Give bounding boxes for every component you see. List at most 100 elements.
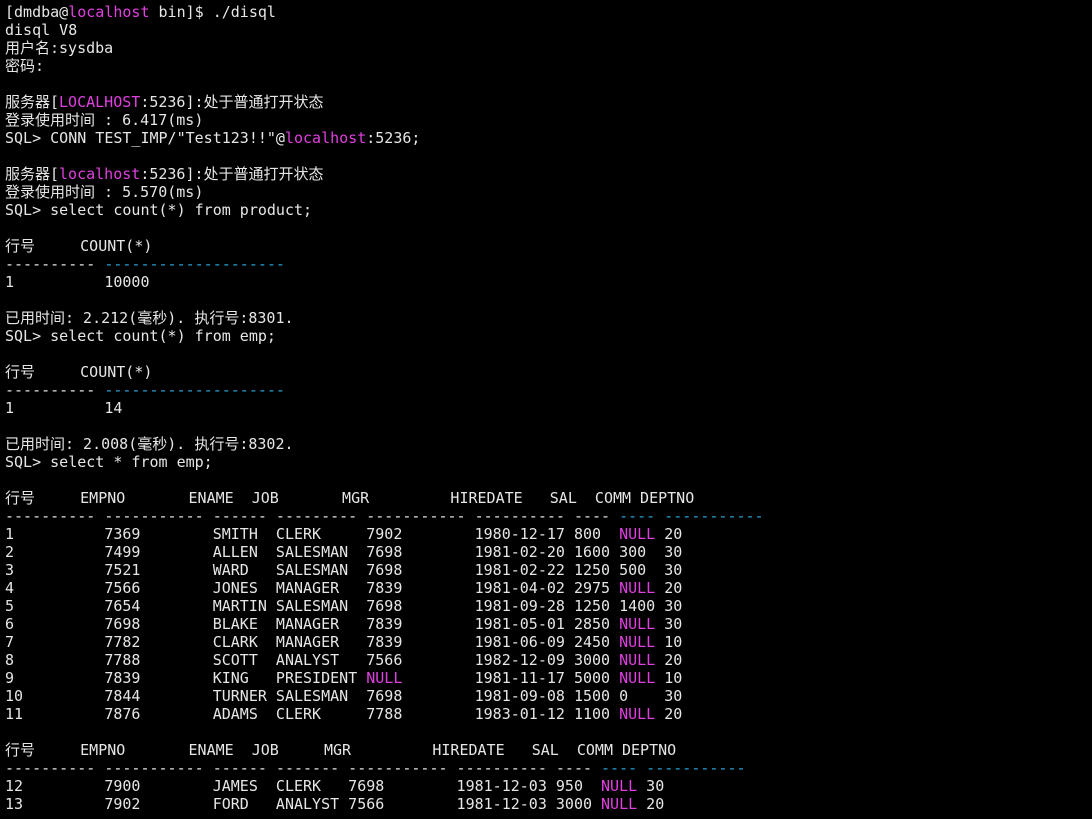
terminal-text: 1 14	[5, 399, 123, 417]
terminal-text: SQL> select * from emp;	[5, 453, 213, 471]
terminal-text: 行号 EMPNO ENAME JOB MGR HIREDATE SAL COMM…	[5, 741, 677, 759]
highlight-token: NULL	[619, 579, 656, 597]
column-separator: ---- -----------	[601, 759, 755, 777]
terminal-text: 13 7902 FORD ANALYST 7566 1981-12-03 300…	[5, 795, 602, 813]
terminal-text: 3 7521 WARD SALESMAN 7698 1981-02-22 125…	[5, 561, 683, 579]
highlight-token: localhost	[68, 3, 150, 21]
terminal-text: 20	[637, 795, 665, 813]
terminal-output: [dmdba@localhost bin]$ ./disql disql V8 用户…	[5, 3, 1092, 813]
terminal-text: 10	[655, 669, 683, 687]
terminal-text: 1981-11-17 5000	[402, 669, 620, 687]
terminal-text: SQL> CONN TEST_IMP/"Test123!!"@	[5, 129, 285, 147]
highlight-token: NULL	[601, 795, 638, 813]
terminal-text: :5236]:处于普通打开状态	[140, 165, 324, 183]
highlight-token: NULL	[366, 669, 403, 687]
terminal-text: 12 7900 JAMES CLERK 7698 1981-12-03 950	[5, 777, 602, 795]
terminal-line: 11 7876 ADAMS CLERK 7788 1983-01-12 1100…	[5, 705, 1092, 723]
terminal-text: 20	[655, 651, 683, 669]
terminal-text: 30	[655, 615, 683, 633]
terminal-text: 10	[655, 633, 683, 651]
terminal-text: 行号 COUNT(*)	[5, 237, 153, 255]
terminal-text: :5236]:处于普通打开状态	[140, 93, 324, 111]
terminal-text: 10 7844 TURNER SALESMAN 7698 1981-09-08 …	[5, 687, 683, 705]
highlight-token: NULL	[619, 615, 656, 633]
terminal-text: 登录使用时间 : 6.417(ms)	[5, 111, 204, 129]
terminal-line: 密码:	[5, 57, 1092, 75]
highlight-token: NULL	[601, 777, 638, 795]
terminal-text: ----------	[5, 255, 105, 273]
terminal-text: 30	[637, 777, 665, 795]
terminal-line: 8 7788 SCOTT ANALYST 7566 1982-12-09 300…	[5, 651, 1092, 669]
terminal-line: 10 7844 TURNER SALESMAN 7698 1981-09-08 …	[5, 687, 1092, 705]
terminal-line: 行号 EMPNO ENAME JOB MGR HIREDATE SAL COMM…	[5, 489, 1092, 507]
terminal-line: 1 7369 SMITH CLERK 7902 1980-12-17 800 N…	[5, 525, 1092, 543]
terminal-text: 服务器[	[5, 93, 60, 111]
terminal-line: 行号 COUNT(*)	[5, 363, 1092, 381]
highlight-token: NULL	[619, 669, 656, 687]
highlight-token: NULL	[619, 705, 656, 723]
terminal-line: ---------- ----------- ------ --------- …	[5, 507, 1092, 525]
terminal-text: 20	[655, 579, 683, 597]
terminal-text: 6 7698 BLAKE MANAGER 7839 1981-05-01 285…	[5, 615, 620, 633]
terminal-line: 12 7900 JAMES CLERK 7698 1981-12-03 950 …	[5, 777, 1092, 795]
terminal-text: 5 7654 MARTIN SALESMAN 7698 1981-09-28 1…	[5, 597, 683, 615]
terminal-text: 1 7369 SMITH CLERK 7902 1980-12-17 800	[5, 525, 620, 543]
terminal-line: 1 10000	[5, 273, 1092, 291]
terminal-line: 已用时间: 2.008(毫秒). 执行号:8302.	[5, 435, 1092, 453]
terminal-line: SQL> select * from emp;	[5, 453, 1092, 471]
terminal-text: ---------- ----------- ------ ------- --…	[5, 759, 602, 777]
terminal-line: SQL> select count(*) from product;	[5, 201, 1092, 219]
terminal-line: ---------- --------------------	[5, 255, 1092, 273]
terminal-window[interactable]: [dmdba@localhost bin]$ ./disql disql V8 用户…	[0, 0, 1092, 819]
terminal-line: 3 7521 WARD SALESMAN 7698 1981-02-22 125…	[5, 561, 1092, 579]
terminal-line: disql V8	[5, 21, 1092, 39]
terminal-line: 4 7566 JONES MANAGER 7839 1981-04-02 297…	[5, 579, 1092, 597]
highlight-token: NULL	[619, 525, 656, 543]
terminal-text: 行号 COUNT(*)	[5, 363, 153, 381]
terminal-text: [dmdba@	[5, 3, 69, 21]
terminal-text: 4 7566 JONES MANAGER 7839 1981-04-02 297…	[5, 579, 620, 597]
terminal-text: SQL> select count(*) from product;	[5, 201, 313, 219]
terminal-text: bin]$ ./disql	[149, 3, 276, 21]
terminal-text: 7 7782 CLARK MANAGER 7839 1981-06-09 245…	[5, 633, 620, 651]
terminal-text: 用户名:sysdba	[5, 39, 114, 57]
terminal-text: 已用时间: 2.008(毫秒). 执行号:8302.	[5, 435, 294, 453]
terminal-line: 1 14	[5, 399, 1092, 417]
terminal-text: 服务器[	[5, 165, 60, 183]
terminal-line: 9 7839 KING PRESIDENT NULL 1981-11-17 50…	[5, 669, 1092, 687]
column-separator: --------------------	[104, 255, 285, 273]
terminal-text: 20	[655, 525, 683, 543]
terminal-line: 服务器[localhost:5236]:处于普通打开状态	[5, 165, 1092, 183]
terminal-line: 服务器[LOCALHOST:5236]:处于普通打开状态	[5, 93, 1092, 111]
terminal-text: 11 7876 ADAMS CLERK 7788 1983-01-12 1100	[5, 705, 620, 723]
terminal-line: 6 7698 BLAKE MANAGER 7839 1981-05-01 285…	[5, 615, 1092, 633]
terminal-line: 用户名:sysdba	[5, 39, 1092, 57]
column-separator: --------------------	[104, 381, 285, 399]
highlight-token: NULL	[619, 651, 656, 669]
terminal-line: 行号 COUNT(*)	[5, 237, 1092, 255]
highlight-token: NULL	[619, 633, 656, 651]
terminal-line: ---------- ----------- ------ ------- --…	[5, 759, 1092, 777]
terminal-text: ---------- ----------- ------ --------- …	[5, 507, 620, 525]
column-separator: ---- -----------	[619, 507, 773, 525]
terminal-text: ----------	[5, 381, 105, 399]
terminal-line: SQL> CONN TEST_IMP/"Test123!!"@localhost…	[5, 129, 1092, 147]
terminal-line: ---------- --------------------	[5, 381, 1092, 399]
terminal-line: 登录使用时间 : 5.570(ms)	[5, 183, 1092, 201]
terminal-text: 8 7788 SCOTT ANALYST 7566 1982-12-09 300…	[5, 651, 620, 669]
terminal-text: 2 7499 ALLEN SALESMAN 7698 1981-02-20 16…	[5, 543, 683, 561]
terminal-line: 登录使用时间 : 6.417(ms)	[5, 111, 1092, 129]
terminal-line: [dmdba@localhost bin]$ ./disql	[5, 3, 1092, 21]
terminal-text: 20	[655, 705, 683, 723]
terminal-line: 5 7654 MARTIN SALESMAN 7698 1981-09-28 1…	[5, 597, 1092, 615]
terminal-text: 9 7839 KING PRESIDENT	[5, 669, 367, 687]
terminal-line: 7 7782 CLARK MANAGER 7839 1981-06-09 245…	[5, 633, 1092, 651]
terminal-line: 已用时间: 2.212(毫秒). 执行号:8301.	[5, 309, 1092, 327]
terminal-text: disql V8	[5, 21, 78, 39]
terminal-text: 已用时间: 2.212(毫秒). 执行号:8301.	[5, 309, 294, 327]
